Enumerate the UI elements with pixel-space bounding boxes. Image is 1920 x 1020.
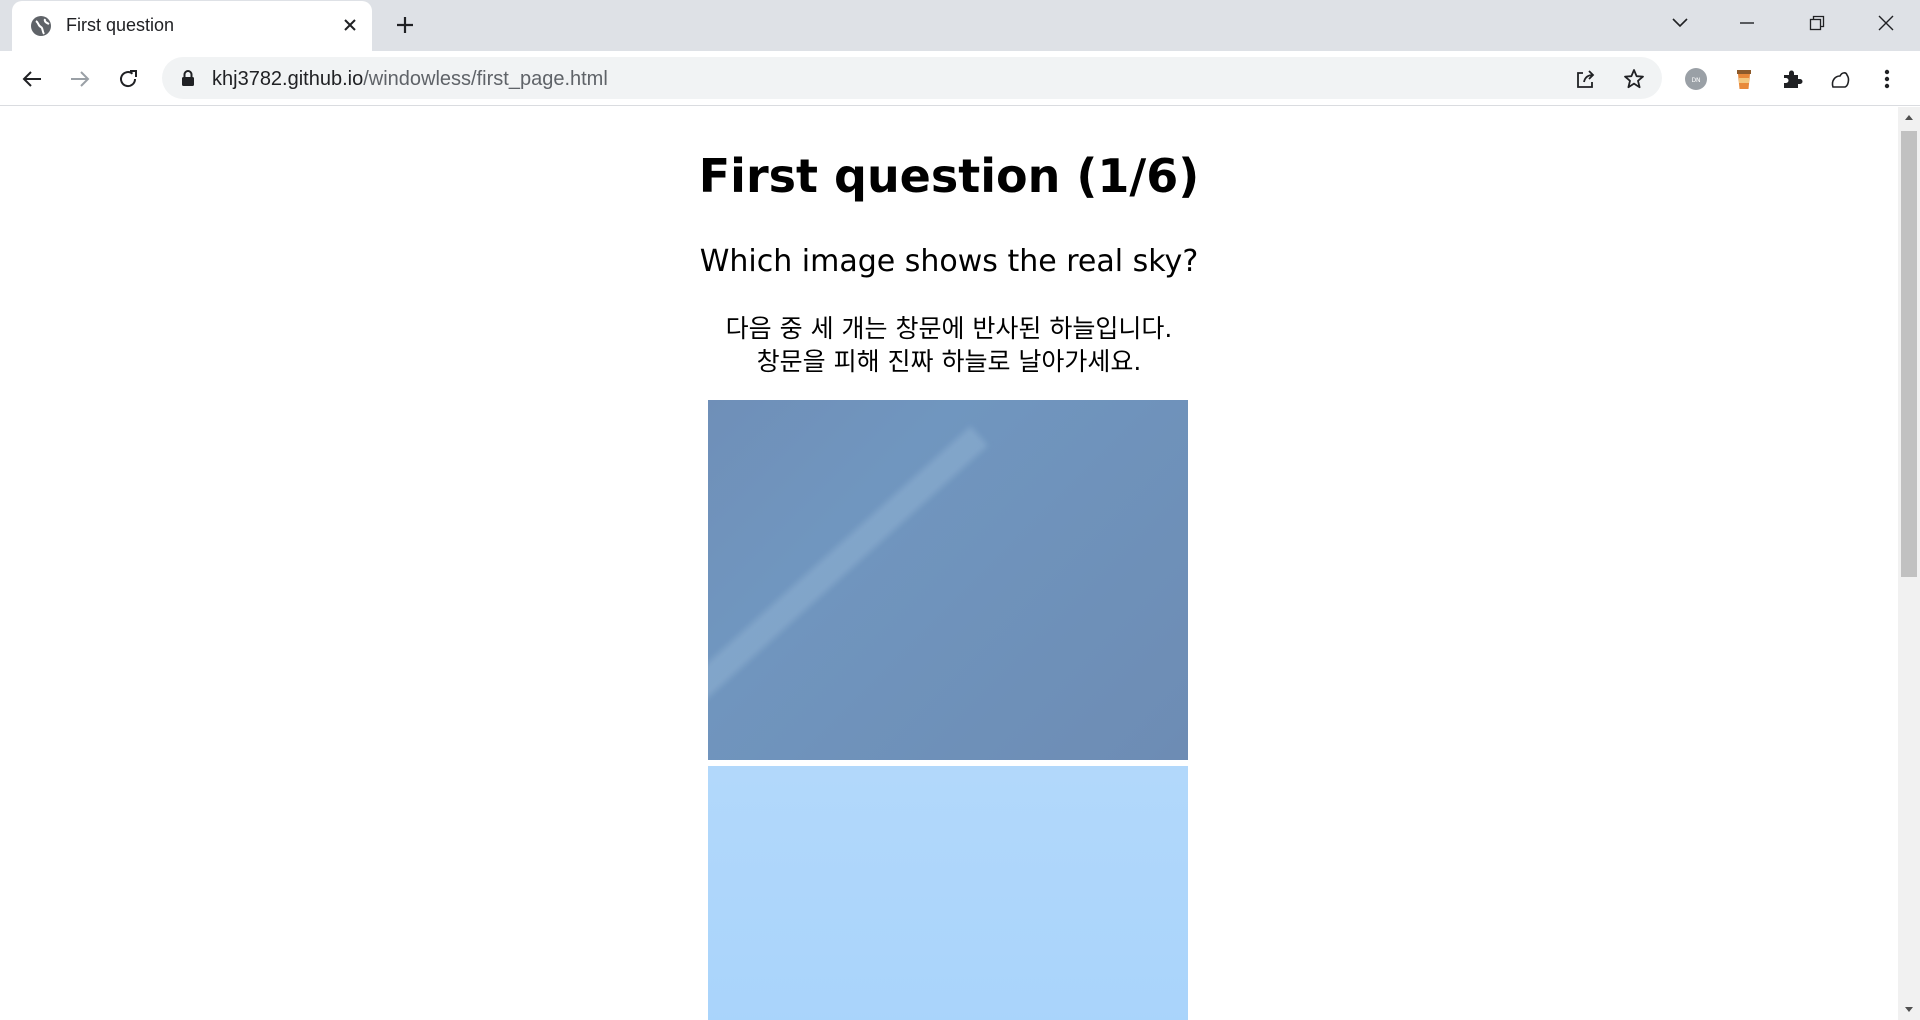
star-icon[interactable] bbox=[1621, 66, 1647, 92]
address-bar[interactable]: khj3782.github.io/windowless/first_page.… bbox=[162, 57, 1662, 99]
puzzle-icon[interactable] bbox=[1776, 63, 1808, 95]
scroll-up-arrow-icon[interactable] bbox=[1898, 107, 1920, 127]
back-icon[interactable] bbox=[16, 63, 48, 95]
vertical-scrollbar[interactable] bbox=[1898, 107, 1920, 1020]
url-host: khj3782.github.io bbox=[212, 68, 364, 90]
window-reflection-streak bbox=[708, 426, 988, 700]
chevron-down-icon[interactable] bbox=[1660, 8, 1700, 38]
instruction-line-2: 창문을 피해 진짜 하늘로 날아가세요. bbox=[756, 347, 1142, 376]
tab-first-question[interactable]: First question bbox=[12, 1, 372, 51]
url-text[interactable]: khj3782.github.io/windowless/first_page.… bbox=[212, 68, 608, 91]
sky-image-option-1[interactable] bbox=[708, 400, 1188, 760]
extension-icon[interactable] bbox=[1728, 63, 1760, 95]
scroll-down-arrow-icon[interactable] bbox=[1898, 1000, 1920, 1020]
forward-icon[interactable] bbox=[64, 63, 96, 95]
plus-icon[interactable] bbox=[390, 12, 420, 38]
page-viewport: First question (1/6) Which image shows t… bbox=[0, 107, 1898, 1020]
tab-strip: First question bbox=[0, 0, 1920, 51]
window-close-icon[interactable] bbox=[1866, 8, 1906, 38]
instruction-line-1: 다음 중 세 개는 창문에 반사된 하늘입니다. bbox=[725, 314, 1173, 343]
svg-text:DN: DN bbox=[1691, 77, 1700, 84]
share-icon[interactable] bbox=[1572, 66, 1598, 92]
tab-title: First question bbox=[66, 15, 175, 35]
page-title: First question (1/6) bbox=[698, 149, 1200, 203]
close-icon[interactable] bbox=[338, 13, 362, 37]
url-path: /windowless/first_page.html bbox=[363, 68, 608, 90]
restore-icon[interactable] bbox=[1797, 8, 1837, 38]
reload-icon[interactable] bbox=[112, 63, 144, 95]
browser-toolbar: khj3782.github.io/windowless/first_page.… bbox=[0, 51, 1920, 106]
instruction-text: 다음 중 세 개는 창문에 반사된 하늘입니다. 창문을 피해 진짜 하늘로 날… bbox=[0, 312, 1898, 378]
scrollbar-thumb[interactable] bbox=[1901, 131, 1917, 577]
extension-icon[interactable]: DN bbox=[1680, 63, 1712, 95]
menu-icon[interactable] bbox=[1871, 63, 1903, 95]
lock-icon[interactable] bbox=[180, 69, 196, 87]
question-text: Which image shows the real sky? bbox=[699, 244, 1199, 279]
globe-icon bbox=[30, 15, 52, 37]
profile-icon[interactable] bbox=[1824, 63, 1856, 95]
minimize-icon[interactable] bbox=[1727, 8, 1767, 38]
sky-image-option-2[interactable] bbox=[708, 766, 1188, 1020]
